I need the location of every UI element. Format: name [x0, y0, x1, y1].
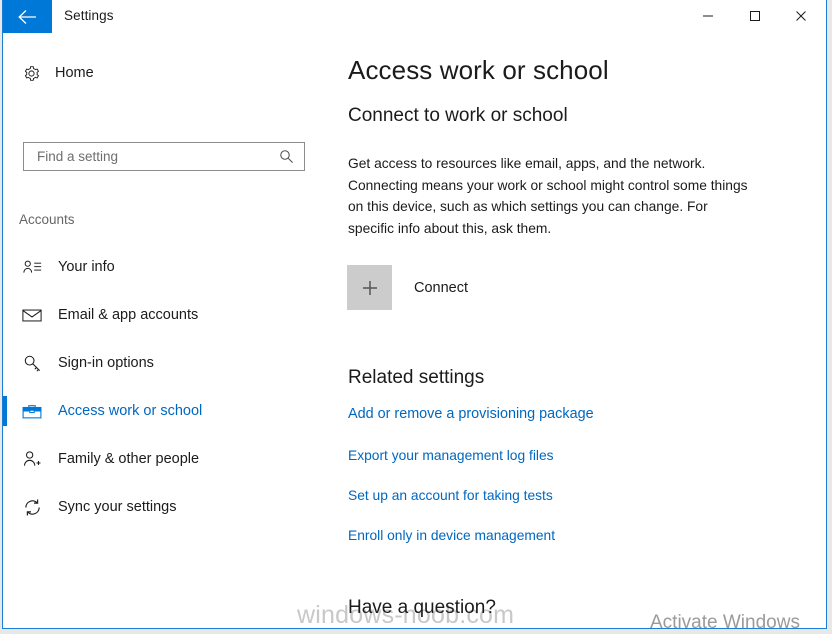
related-settings-heading: Related settings [348, 367, 485, 388]
plus-icon[interactable] [347, 265, 392, 310]
selection-accent-bar [3, 396, 7, 426]
sidebar-item-home[interactable]: Home [3, 55, 333, 91]
sidebar-category-label: Accounts [19, 212, 75, 227]
activate-windows-watermark: Activate Windows [650, 612, 800, 633]
sidebar-nav-list: Your info Email & app accounts Sign-in o… [3, 243, 333, 531]
sidebar-item-label: Your info [58, 259, 115, 275]
selection-accent-bar [3, 348, 7, 378]
sidebar-item-label: Access work or school [58, 403, 203, 419]
have-a-question-heading: Have a question? [348, 597, 496, 618]
selection-accent-bar [3, 300, 7, 330]
related-link-export-management-logs[interactable]: Export your management log files [348, 448, 554, 463]
connect-button[interactable]: Connect [347, 265, 468, 310]
envelope-icon [19, 308, 45, 323]
sidebar-item-email-app-accounts[interactable]: Email & app accounts [3, 291, 333, 339]
back-button[interactable] [3, 0, 52, 33]
close-button[interactable] [778, 0, 824, 32]
key-icon [19, 354, 45, 373]
selection-accent-bar [3, 444, 7, 474]
related-link-enroll-device-management[interactable]: Enroll only in device management [348, 528, 555, 543]
settings-window: Settings Home Find a setting Accounts Yo… [2, 0, 827, 629]
sidebar-home-label: Home [55, 65, 94, 81]
main-content: Access work or school Connect to work or… [333, 37, 826, 628]
user-add-icon [19, 450, 45, 468]
gear-icon [17, 65, 45, 82]
briefcase-icon [19, 403, 45, 420]
sync-icon [19, 498, 45, 517]
section-heading: Connect to work or school [348, 105, 568, 126]
sidebar-item-label: Email & app accounts [58, 307, 199, 323]
minimize-button[interactable] [685, 0, 731, 32]
maximize-button[interactable] [732, 0, 778, 32]
sidebar-item-sign-in-options[interactable]: Sign-in options [3, 339, 333, 387]
sidebar-item-sync-your-settings[interactable]: Sync your settings [3, 483, 333, 531]
selection-accent-bar [3, 252, 7, 282]
search-box[interactable] [23, 142, 305, 171]
connect-button-label: Connect [414, 279, 469, 296]
user-info-icon [19, 259, 45, 276]
selection-accent-bar [3, 492, 7, 522]
sidebar-item-label: Sync your settings [58, 499, 177, 515]
search-icon[interactable] [279, 149, 294, 164]
sidebar-item-label: Sign-in options [58, 355, 154, 371]
related-link-account-taking-tests[interactable]: Set up an account for taking tests [348, 488, 553, 503]
sidebar-item-access-work-or-school[interactable]: Access work or school [3, 387, 333, 435]
window-title: Settings [64, 8, 114, 23]
sidebar-item-family-other-people[interactable]: Family & other people [3, 435, 333, 483]
related-link-provisioning-package[interactable]: Add or remove a provisioning package [348, 406, 594, 422]
section-description: Get access to resources like email, apps… [348, 156, 748, 236]
sidebar: Home Accounts [3, 37, 333, 628]
title-bar: Settings [3, 0, 826, 37]
page-title: Access work or school [348, 55, 609, 85]
sidebar-item-your-info[interactable]: Your info [3, 243, 333, 291]
search-input[interactable] [35, 148, 279, 165]
sidebar-item-label: Family & other people [58, 451, 200, 467]
